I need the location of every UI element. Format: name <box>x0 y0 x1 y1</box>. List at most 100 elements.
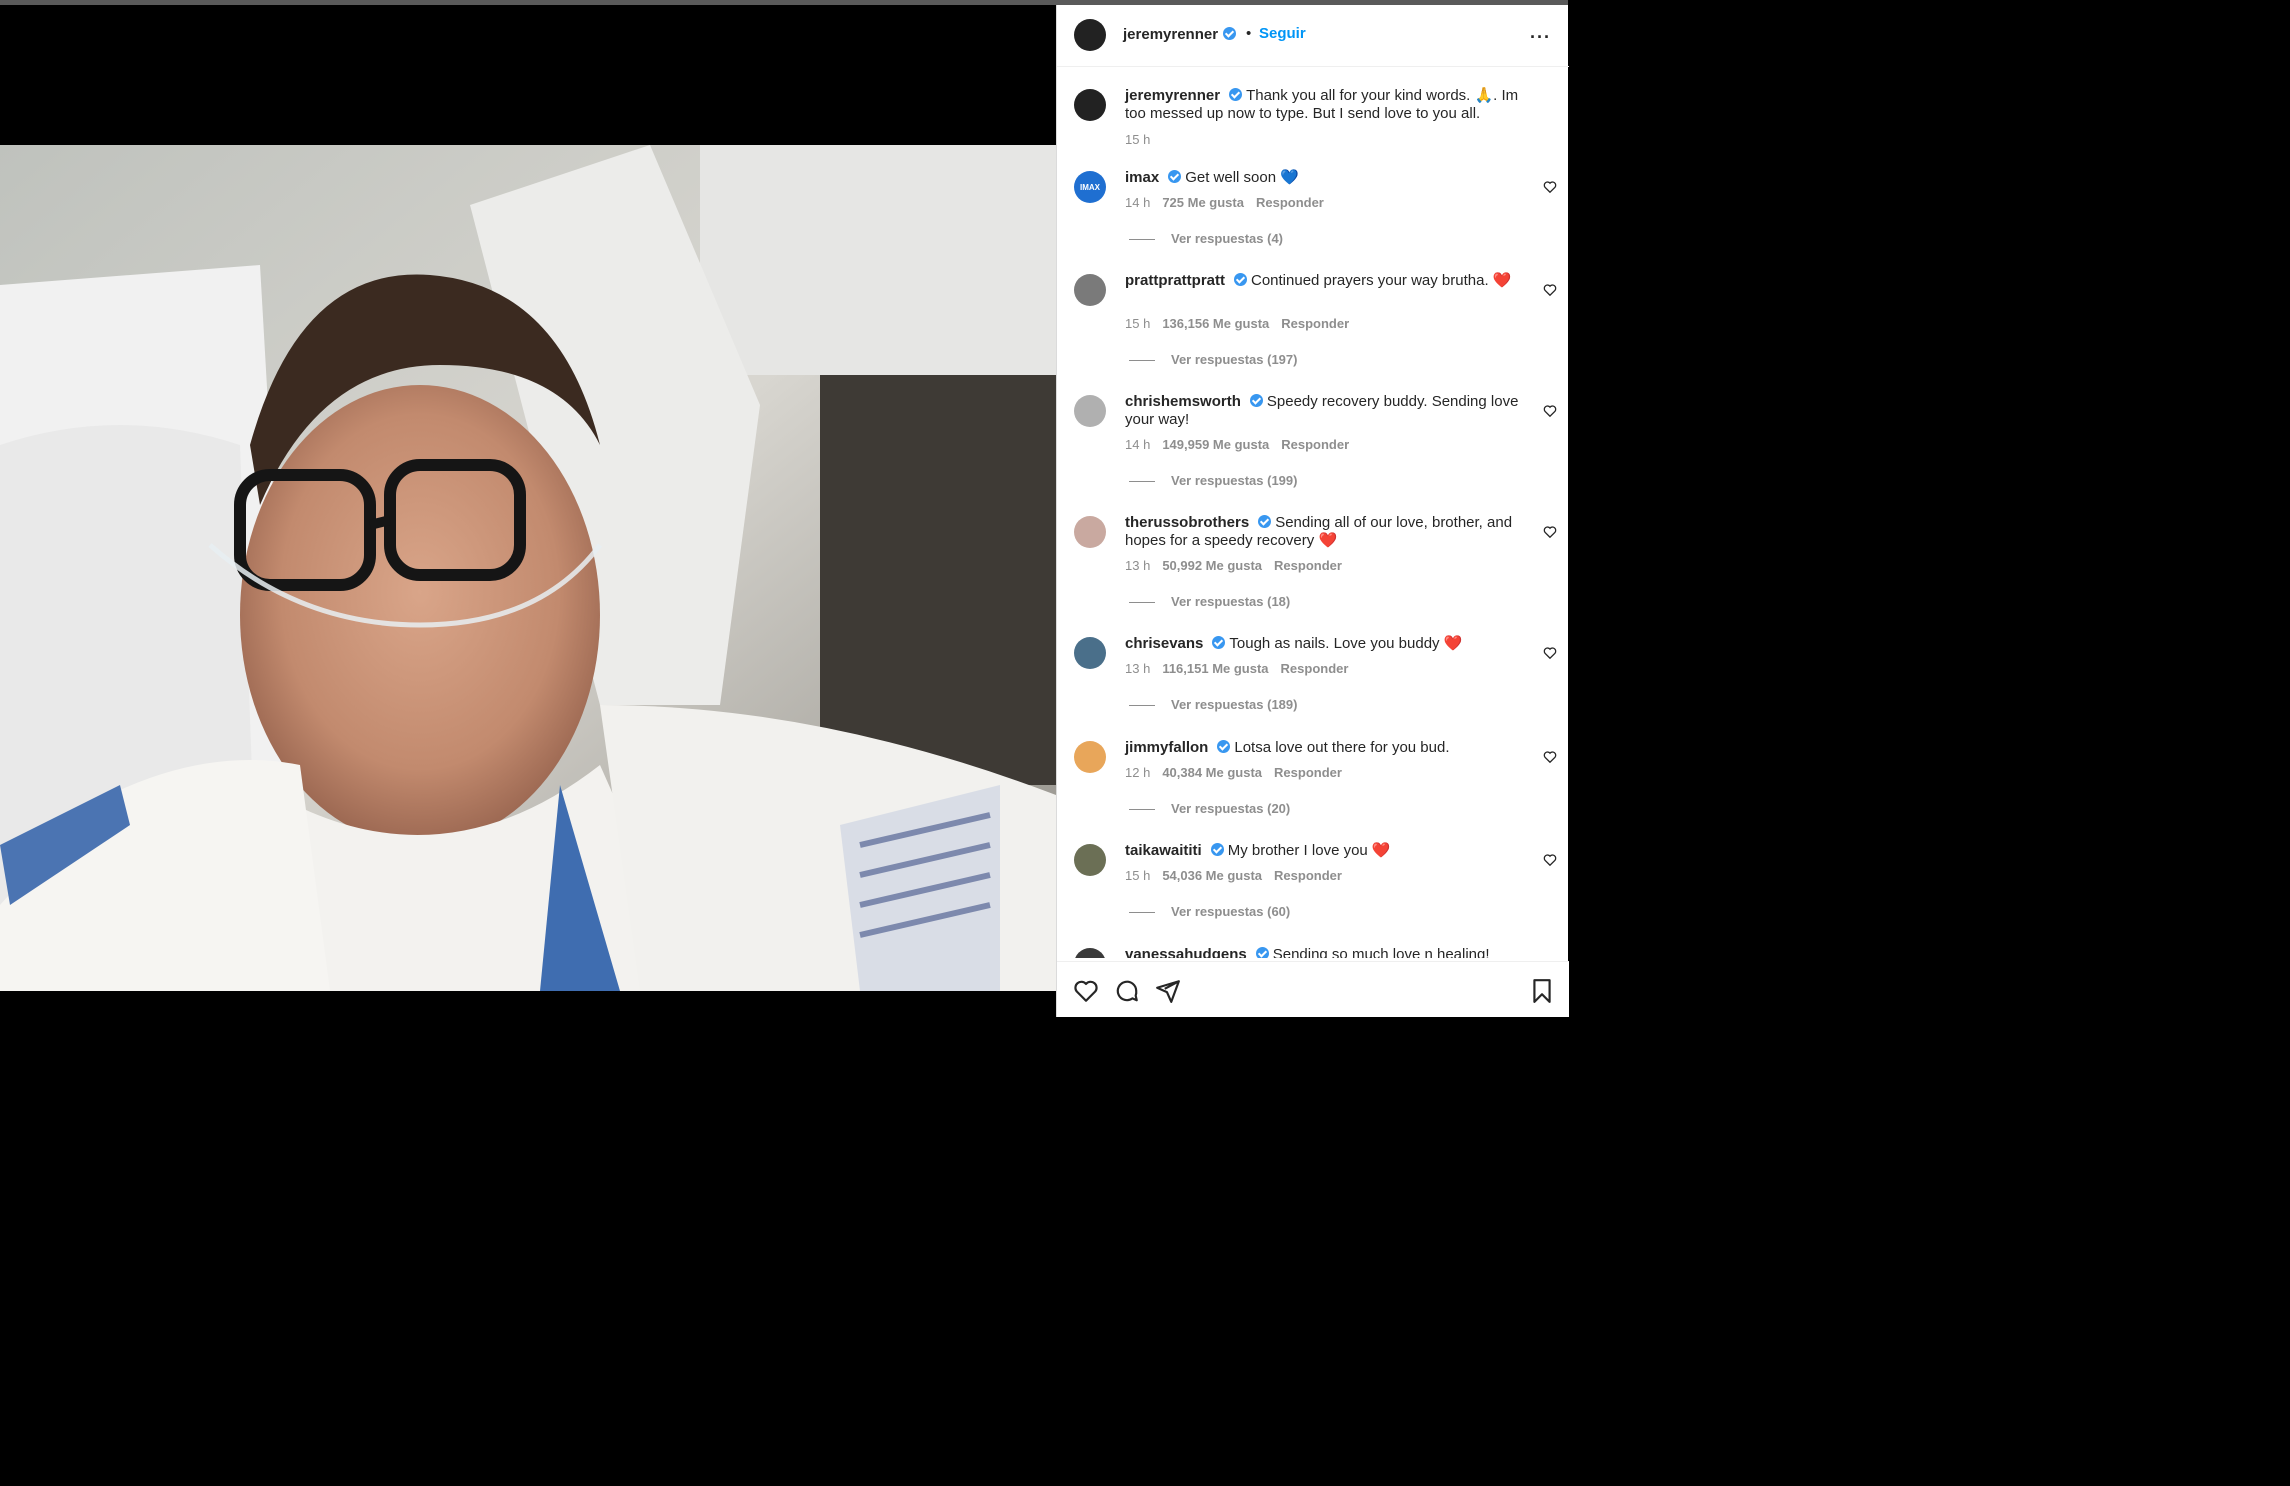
comment-meta: 13 h 116,151 Me gusta Responder <box>1125 661 1360 676</box>
comment-body: Sending so much love n healing! <box>1272 946 1490 958</box>
view-replies-button[interactable]: Ver respuestas (20) <box>1129 801 1290 816</box>
commenter-avatar[interactable] <box>1074 395 1106 427</box>
reply-button[interactable]: Responder <box>1274 558 1342 573</box>
commenter-avatar[interactable] <box>1074 274 1106 306</box>
comment-heart-icon[interactable] <box>1543 404 1557 418</box>
comment-likes[interactable]: 40,384 Me gusta <box>1162 765 1262 780</box>
verified-badge-icon <box>1212 636 1226 649</box>
comment-likes[interactable]: 116,151 Me gusta <box>1162 661 1268 676</box>
author-username[interactable]: jeremyrenner <box>1123 26 1237 43</box>
comment-text: therussobrothers Sending all of our love,… <box>1125 514 1533 550</box>
comment-text: vanessahudgens Sending so much love n hea… <box>1125 946 1533 958</box>
comment-likes[interactable]: 725 Me gusta <box>1162 195 1244 210</box>
comment-time: 15 h <box>1125 316 1151 331</box>
commenter-avatar[interactable] <box>1074 948 1106 958</box>
comment-heart-icon[interactable] <box>1543 180 1557 194</box>
comment-time: 13 h <box>1125 558 1151 573</box>
more-options-icon[interactable]: ··· <box>1530 27 1551 48</box>
verified-badge-icon <box>1258 515 1272 528</box>
comment-meta: 14 h 149,959 Me gusta Responder <box>1125 437 1361 452</box>
comment-heart-icon[interactable] <box>1543 853 1557 867</box>
post-side-panel: jeremyrenner • Seguir ··· jeremyrenner Th… <box>1056 5 1569 1017</box>
post-photo <box>0 145 1056 991</box>
comment-time: 13 h <box>1125 661 1151 676</box>
comment-text: imax Get well soon 💙 <box>1125 169 1533 187</box>
commenter-avatar[interactable]: IMAX <box>1074 171 1106 203</box>
comment-meta: 14 h 725 Me gusta Responder <box>1125 195 1336 210</box>
comment-likes[interactable]: 50,992 Me gusta <box>1162 558 1262 573</box>
commenter-username[interactable]: chrisevans <box>1125 635 1203 652</box>
comments-list[interactable]: jeremyrenner Thank you all for your kind … <box>1057 68 1569 958</box>
commenter-username[interactable]: vanessahudgens <box>1125 946 1247 958</box>
comment-text: chrishemsworth Speedy recovery buddy. Sen… <box>1125 393 1533 429</box>
reply-button[interactable]: Responder <box>1281 316 1349 331</box>
view-replies-button[interactable]: Ver respuestas (189) <box>1129 697 1297 712</box>
verified-badge-icon <box>1234 273 1247 286</box>
commenter-username[interactable]: jimmyfallon <box>1125 739 1208 756</box>
commenter-username[interactable]: chrishemsworth <box>1125 393 1241 410</box>
comment-time: 14 h <box>1125 437 1151 452</box>
verified-badge-icon <box>1168 170 1182 183</box>
follow-button[interactable]: Seguir <box>1259 25 1306 42</box>
action-bar <box>1057 961 1569 1017</box>
verified-badge-icon <box>1217 740 1231 753</box>
comment-text: taikawaititi My brother I love you ❤️ <box>1125 842 1533 860</box>
post-media[interactable] <box>0 5 1056 1017</box>
comment-likes[interactable]: 149,959 Me gusta <box>1162 437 1269 452</box>
comment-time: 14 h <box>1125 195 1151 210</box>
comment-heart-icon[interactable] <box>1543 750 1557 764</box>
reply-button[interactable]: Responder <box>1281 661 1349 676</box>
view-replies-button[interactable]: Ver respuestas (60) <box>1129 904 1290 919</box>
comment-meta: 13 h 50,992 Me gusta Responder <box>1125 558 1354 573</box>
commenter-avatar[interactable] <box>1074 844 1106 876</box>
comment-text: jimmyfallon Lotsa love out there for you … <box>1125 739 1533 757</box>
verified-badge-icon <box>1223 27 1237 40</box>
commenter-avatar[interactable] <box>1074 516 1106 548</box>
commenter-username[interactable]: taikawaititi <box>1125 842 1202 859</box>
comment-body: Tough as nails. Love you buddy ❤️ <box>1229 635 1463 652</box>
comment-text: prattprattpratt Continued prayers your wa… <box>1125 272 1533 290</box>
comment-heart-icon[interactable] <box>1543 525 1557 539</box>
bookmark-icon[interactable] <box>1529 978 1555 1004</box>
comment-meta: 15 h 136,156 Me gusta Responder <box>1125 316 1361 331</box>
commenter-username[interactable]: therussobrothers <box>1125 514 1249 531</box>
view-replies-button[interactable]: Ver respuestas (4) <box>1129 231 1283 246</box>
commenter-avatar[interactable] <box>1074 637 1106 669</box>
comment-body: Get well soon 💙 <box>1185 169 1299 186</box>
comment-time: 12 h <box>1125 765 1151 780</box>
comment-time: 15 h <box>1125 868 1151 883</box>
caption-username[interactable]: jeremyrenner <box>1125 87 1220 104</box>
view-replies-button[interactable]: Ver respuestas (199) <box>1129 473 1297 488</box>
commenter-username[interactable]: imax <box>1125 169 1159 186</box>
separator-dot: • <box>1246 25 1252 42</box>
caption-meta: 15 h <box>1125 132 1162 147</box>
caption-text: jeremyrenner Thank you all for your kind … <box>1125 87 1533 123</box>
comment-body: My brother I love you ❤️ <box>1227 842 1391 859</box>
comment-likes[interactable]: 136,156 Me gusta <box>1162 316 1269 331</box>
view-replies-button[interactable]: Ver respuestas (18) <box>1129 594 1290 609</box>
commenter-username[interactable]: prattprattpratt <box>1125 272 1225 289</box>
verified-badge-icon <box>1255 947 1269 958</box>
comment-meta: 15 h 54,036 Me gusta Responder <box>1125 868 1354 883</box>
send-icon[interactable] <box>1155 978 1181 1004</box>
author-avatar[interactable] <box>1074 89 1106 121</box>
reply-button[interactable]: Responder <box>1274 765 1342 780</box>
post-header: jeremyrenner • Seguir ··· <box>1057 5 1569 67</box>
verified-badge-icon <box>1210 843 1224 856</box>
heart-icon[interactable] <box>1073 978 1099 1004</box>
verified-badge-icon <box>1249 394 1263 407</box>
reply-button[interactable]: Responder <box>1256 195 1324 210</box>
comment-heart-icon[interactable] <box>1543 283 1557 297</box>
commenter-avatar[interactable] <box>1074 741 1106 773</box>
comment-meta: 12 h 40,384 Me gusta Responder <box>1125 765 1354 780</box>
verified-badge-icon <box>1229 88 1243 101</box>
view-replies-button[interactable]: Ver respuestas (197) <box>1129 352 1297 367</box>
comment-likes[interactable]: 54,036 Me gusta <box>1162 868 1262 883</box>
reply-button[interactable]: Responder <box>1281 437 1349 452</box>
reply-button[interactable]: Responder <box>1274 868 1342 883</box>
comment-icon[interactable] <box>1114 978 1140 1004</box>
comment-text: chrisevans Tough as nails. Love you buddy… <box>1125 635 1533 653</box>
comment-heart-icon[interactable] <box>1543 646 1557 660</box>
author-avatar[interactable] <box>1074 19 1106 51</box>
comment-body: Lotsa love out there for you bud. <box>1234 739 1450 756</box>
